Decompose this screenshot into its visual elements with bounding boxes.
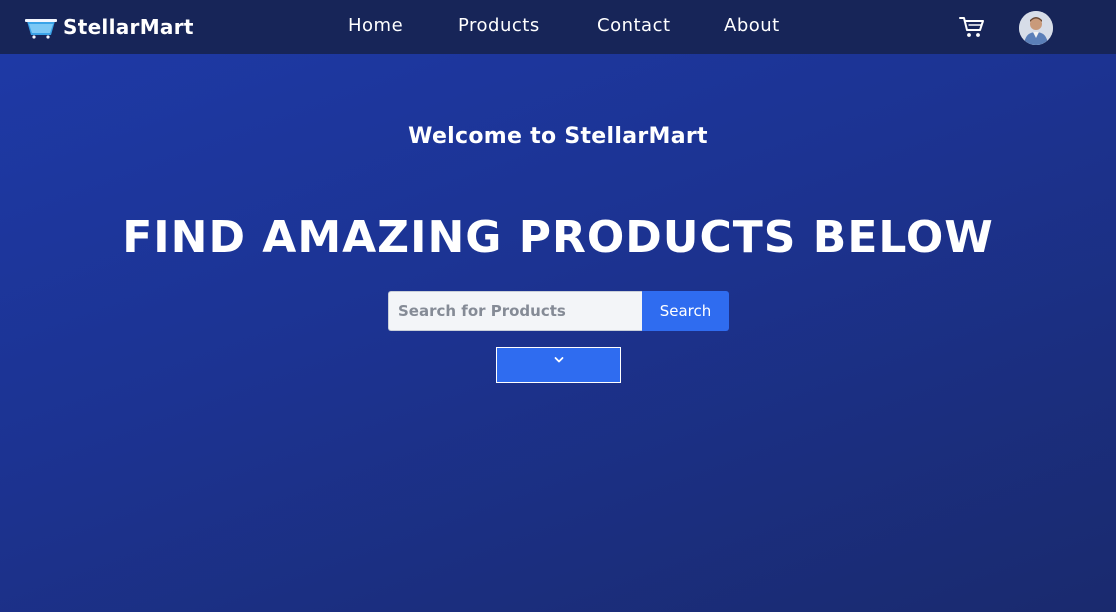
search-input[interactable] bbox=[388, 291, 642, 331]
main-nav: Home Products Contact About bbox=[0, 0, 1116, 54]
user-avatar-image bbox=[1019, 11, 1053, 45]
nav-products[interactable]: Products bbox=[458, 15, 540, 36]
cart-icon[interactable] bbox=[959, 15, 985, 39]
nav-contact[interactable]: Contact bbox=[597, 15, 671, 36]
nav-about[interactable]: About bbox=[724, 15, 780, 36]
welcome-heading: Welcome to StellarMart bbox=[408, 124, 708, 149]
user-avatar[interactable] bbox=[1019, 11, 1053, 45]
nav-home[interactable]: Home bbox=[348, 15, 403, 36]
search-bar: Search bbox=[388, 291, 729, 331]
chevron-down-icon bbox=[554, 357, 563, 363]
hero-headline: FIND AMAZING PRODUCTS BELOW bbox=[122, 212, 994, 263]
search-button[interactable]: Search bbox=[642, 291, 729, 331]
navbar: StellarMart Home Products Contact About bbox=[0, 0, 1116, 54]
category-dropdown[interactable] bbox=[496, 347, 621, 383]
